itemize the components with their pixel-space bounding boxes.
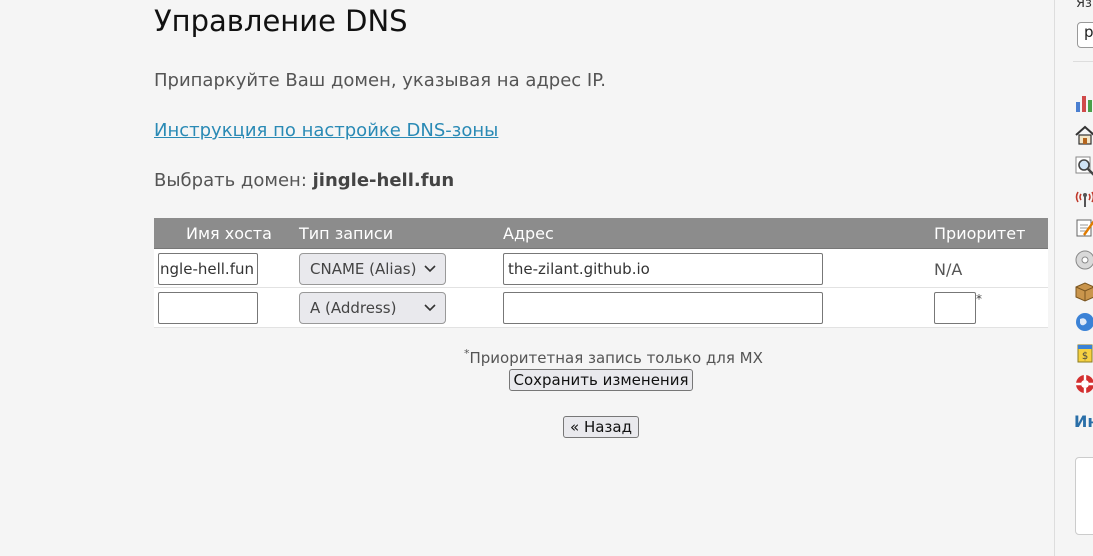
mx-priority-note: *Приоритетная запись только для MX <box>464 347 763 367</box>
language-select[interactable]: р <box>1077 22 1093 48</box>
mx-note-text: Приоритетная запись только для MX <box>469 349 763 367</box>
record-type-value: CNAME (Alias) <box>310 260 417 278</box>
priority-footnote-marker: * <box>976 292 982 306</box>
package-icon[interactable] <box>1074 280 1093 302</box>
magnifier-icon[interactable] <box>1074 155 1093 177</box>
address-input[interactable]: the-zilant.github.io <box>503 253 823 285</box>
chevron-down-icon <box>424 265 436 273</box>
save-changes-button[interactable]: Сохранить изменения <box>509 369 693 391</box>
record-type-value: A (Address) <box>310 299 397 317</box>
antenna-icon[interactable] <box>1074 186 1093 208</box>
bar-chart-icon[interactable] <box>1074 92 1093 114</box>
page-title: Управление DNS <box>154 4 408 38</box>
record-type-select[interactable]: CNAME (Alias) <box>299 253 446 285</box>
lifebuoy-icon[interactable] <box>1074 373 1093 395</box>
domain-value: jingle-hell.fun <box>312 170 455 191</box>
table-row: A (Address) * <box>154 288 1048 328</box>
header-address: Адрес <box>503 224 554 243</box>
sidebar-heading: Ин <box>1074 412 1093 431</box>
header-record-type: Тип записи <box>299 224 394 243</box>
back-button[interactable]: « Назад <box>563 416 639 438</box>
dns-instructions-link[interactable]: Инструкция по настройке DNS-зоны <box>154 120 498 141</box>
disc-icon[interactable] <box>1074 249 1093 271</box>
sidebar: Яз р $ Ин <box>1054 0 1093 556</box>
svg-text:$: $ <box>1082 351 1088 362</box>
domain-label: Выбрать домен: <box>154 170 307 191</box>
notepad-icon[interactable] <box>1074 217 1093 239</box>
record-type-select[interactable]: A (Address) <box>299 292 446 324</box>
main-content: Управление DNS Припаркуйте Ваш домен, ук… <box>0 0 1054 556</box>
lead-text: Припаркуйте Ваш домен, указывая на адрес… <box>154 70 607 91</box>
home-icon[interactable] <box>1074 124 1093 146</box>
globe-icon[interactable] <box>1074 311 1093 333</box>
priority-input[interactable] <box>934 292 976 324</box>
sidebar-divider <box>1073 61 1093 62</box>
chevron-down-icon <box>424 304 436 312</box>
language-label: Яз <box>1076 0 1092 11</box>
table-row: ngle-hell.fun CNAME (Alias) the-zilant.g… <box>154 248 1048 288</box>
billing-icon[interactable]: $ <box>1074 342 1093 364</box>
table-header: Имя хоста Тип записи Адрес Приоритет <box>154 218 1048 248</box>
header-priority: Приоритет <box>934 224 1026 243</box>
hostname-input[interactable] <box>158 292 258 324</box>
priority-value: N/A <box>934 260 963 279</box>
domain-selection: Выбрать домен: jingle-hell.fun <box>154 170 454 191</box>
dns-records-table: Имя хоста Тип записи Адрес Приоритет ngl… <box>154 218 1048 328</box>
sidebar-panel <box>1075 457 1093 535</box>
address-input[interactable] <box>503 292 823 324</box>
hostname-input[interactable]: ngle-hell.fun <box>158 253 258 285</box>
header-hostname: Имя хоста <box>186 224 272 243</box>
